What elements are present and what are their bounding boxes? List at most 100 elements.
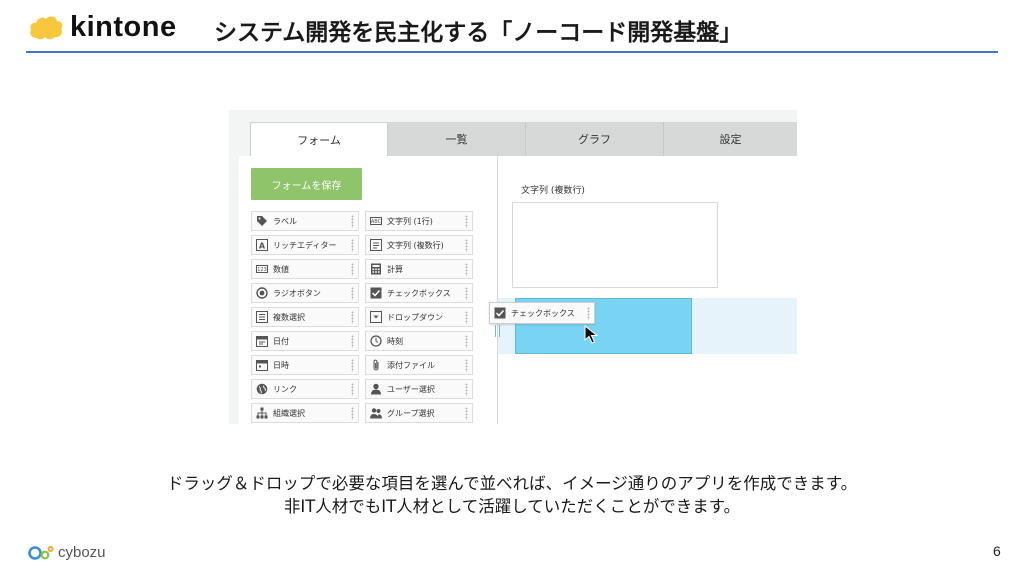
number-icon: 123 xyxy=(256,263,268,275)
palette-item-radio[interactable]: ラジオボタン xyxy=(251,283,359,303)
checkbox-icon xyxy=(370,287,382,299)
svg-text:A: A xyxy=(259,242,266,251)
tab-form[interactable]: フォーム xyxy=(250,122,388,157)
save-form-button[interactable]: フォームを保存 xyxy=(251,168,362,200)
dropdown-icon xyxy=(370,311,382,323)
palette-item-text: ラベル xyxy=(273,216,297,226)
panel-divider xyxy=(497,156,498,424)
palette-item-text-single[interactable]: ABC 文字列 (1行) xyxy=(365,211,473,231)
palette-item-text: 複数選択 xyxy=(273,312,305,322)
palette-item-text: ユーザー選択 xyxy=(387,384,435,394)
datetime-icon xyxy=(256,359,268,371)
tab-graph-label: グラフ xyxy=(578,133,611,146)
multi-select-icon xyxy=(256,311,268,323)
slide-header: kintone システム開発を民主化する「ノーコード開発基盤」 xyxy=(0,0,1024,56)
palette-item-text: 日付 xyxy=(273,336,289,346)
palette-item-link[interactable]: リンク xyxy=(251,379,359,399)
palette-item-text: リッチエディター xyxy=(273,240,337,250)
palette-item-datetime[interactable]: 日時 xyxy=(251,355,359,375)
palette-item-text: グループ選択 xyxy=(387,408,435,418)
caption-line-2: 非IT人材でもIT人材として活躍していただくことができます。 xyxy=(283,497,741,516)
checkbox-icon xyxy=(494,307,506,319)
slide-title: システム開発を民主化する「ノーコード開発基盤」 xyxy=(214,20,743,46)
palette-item-label[interactable]: ラベル xyxy=(251,211,359,231)
drag-grip-icon xyxy=(587,307,590,320)
drag-grip-icon xyxy=(351,287,354,300)
clock-icon xyxy=(370,335,382,347)
drag-grip-icon xyxy=(465,383,468,396)
calculator-icon xyxy=(370,263,382,275)
group-icon xyxy=(370,407,382,419)
dragging-field-label: チェックボックス xyxy=(511,308,575,318)
page-number: 6 xyxy=(993,543,1001,559)
svg-text:ABC: ABC xyxy=(371,219,382,225)
drag-grip-icon xyxy=(351,335,354,348)
rich-editor-icon: A xyxy=(256,239,268,251)
drag-grip-icon xyxy=(465,407,468,420)
palette-item-text: リンク xyxy=(273,384,297,394)
palette-item-text: 計算 xyxy=(387,264,403,274)
palette-item-text: 日時 xyxy=(273,360,289,370)
paperclip-icon xyxy=(370,359,382,371)
drag-grip-icon xyxy=(465,335,468,348)
palette-item-org[interactable]: 組織選択 xyxy=(251,403,359,423)
kintone-logo: kintone xyxy=(28,10,177,44)
form-panel: フォームを保存 ラベル ABC 文字列 (1行) A リッチエディター 文字列 … xyxy=(239,156,797,424)
palette-item-text: ラジオボタン xyxy=(273,288,321,298)
palette-item-date[interactable]: 日付 xyxy=(251,331,359,351)
radio-icon xyxy=(256,287,268,299)
drag-grip-icon xyxy=(465,311,468,324)
footer-brand: cybozu xyxy=(58,543,106,561)
palette-item-rich-editor[interactable]: A リッチエディター xyxy=(251,235,359,255)
palette-item-time[interactable]: 時刻 xyxy=(365,331,473,351)
palette-item-user[interactable]: ユーザー選択 xyxy=(365,379,473,399)
palette-item-text: 文字列 (複数行) xyxy=(387,240,444,250)
palette-item-text: 時刻 xyxy=(387,336,403,346)
tab-graph[interactable]: グラフ xyxy=(525,122,663,156)
drag-grip-icon xyxy=(351,263,354,276)
drag-grip-icon xyxy=(351,407,354,420)
tab-list[interactable]: 一覧 xyxy=(387,122,525,156)
palette-item-text: 組織選択 xyxy=(273,408,305,418)
palette-item-text: 数値 xyxy=(273,264,289,274)
cybozu-mark-icon xyxy=(28,546,54,560)
palette-item-group[interactable]: グループ選択 xyxy=(365,403,473,423)
palette-item-text: チェックボックス xyxy=(387,288,451,298)
brand-name: kintone xyxy=(70,10,177,43)
palette-item-dropdown[interactable]: ドロップダウン xyxy=(365,307,473,327)
drag-grip-icon xyxy=(465,287,468,300)
drag-grip-icon xyxy=(465,263,468,276)
palette-item-text: 文字列 (1行) xyxy=(387,216,433,226)
form-editor-screenshot: 一覧 グラフ 設定 フォーム フォームを保存 ラベル ABC 文字列 (1行) … xyxy=(229,110,797,424)
tab-list-label: 一覧 xyxy=(445,133,468,146)
org-icon xyxy=(256,407,268,419)
header-divider xyxy=(26,51,998,53)
canvas-field-label: 文字列 (複数行) xyxy=(521,186,585,196)
multiline-text-field[interactable] xyxy=(512,202,718,288)
drag-grip-icon xyxy=(351,383,354,396)
dragging-field-chip[interactable]: チェックボックス xyxy=(489,302,595,324)
palette-item-calc[interactable]: 計算 xyxy=(365,259,473,279)
drag-grip-icon xyxy=(465,359,468,372)
drag-grip-icon xyxy=(351,215,354,228)
drag-grip-icon xyxy=(351,359,354,372)
globe-icon xyxy=(256,383,268,395)
palette-item-text: 添付ファイル xyxy=(387,360,435,370)
palette-item-text: ドロップダウン xyxy=(387,312,443,322)
tab-settings[interactable]: 設定 xyxy=(663,122,797,156)
slide-caption: ドラッグ＆ドロップで必要な項目を選んで並べれば、イメージ通りのアプリを作成できま… xyxy=(0,472,1024,518)
cybozu-logo: cybozu xyxy=(28,543,106,561)
drag-grip-icon xyxy=(465,215,468,228)
caption-line-1: ドラッグ＆ドロップで必要な項目を選んで並べれば、イメージ通りのアプリを作成できま… xyxy=(166,474,858,493)
palette-item-multi-select[interactable]: 複数選択 xyxy=(251,307,359,327)
palette-item-checkbox[interactable]: チェックボックス xyxy=(365,283,473,303)
tab-form-label: フォーム xyxy=(297,134,341,147)
drag-grip-icon xyxy=(351,239,354,252)
svg-text:123: 123 xyxy=(257,267,267,273)
tag-icon xyxy=(256,215,268,227)
palette-item-text-multi[interactable]: 文字列 (複数行) xyxy=(365,235,473,255)
drag-grip-icon xyxy=(465,239,468,252)
mouse-pointer-icon xyxy=(584,325,599,344)
palette-item-attachment[interactable]: 添付ファイル xyxy=(365,355,473,375)
palette-item-number[interactable]: 123 数値 xyxy=(251,259,359,279)
